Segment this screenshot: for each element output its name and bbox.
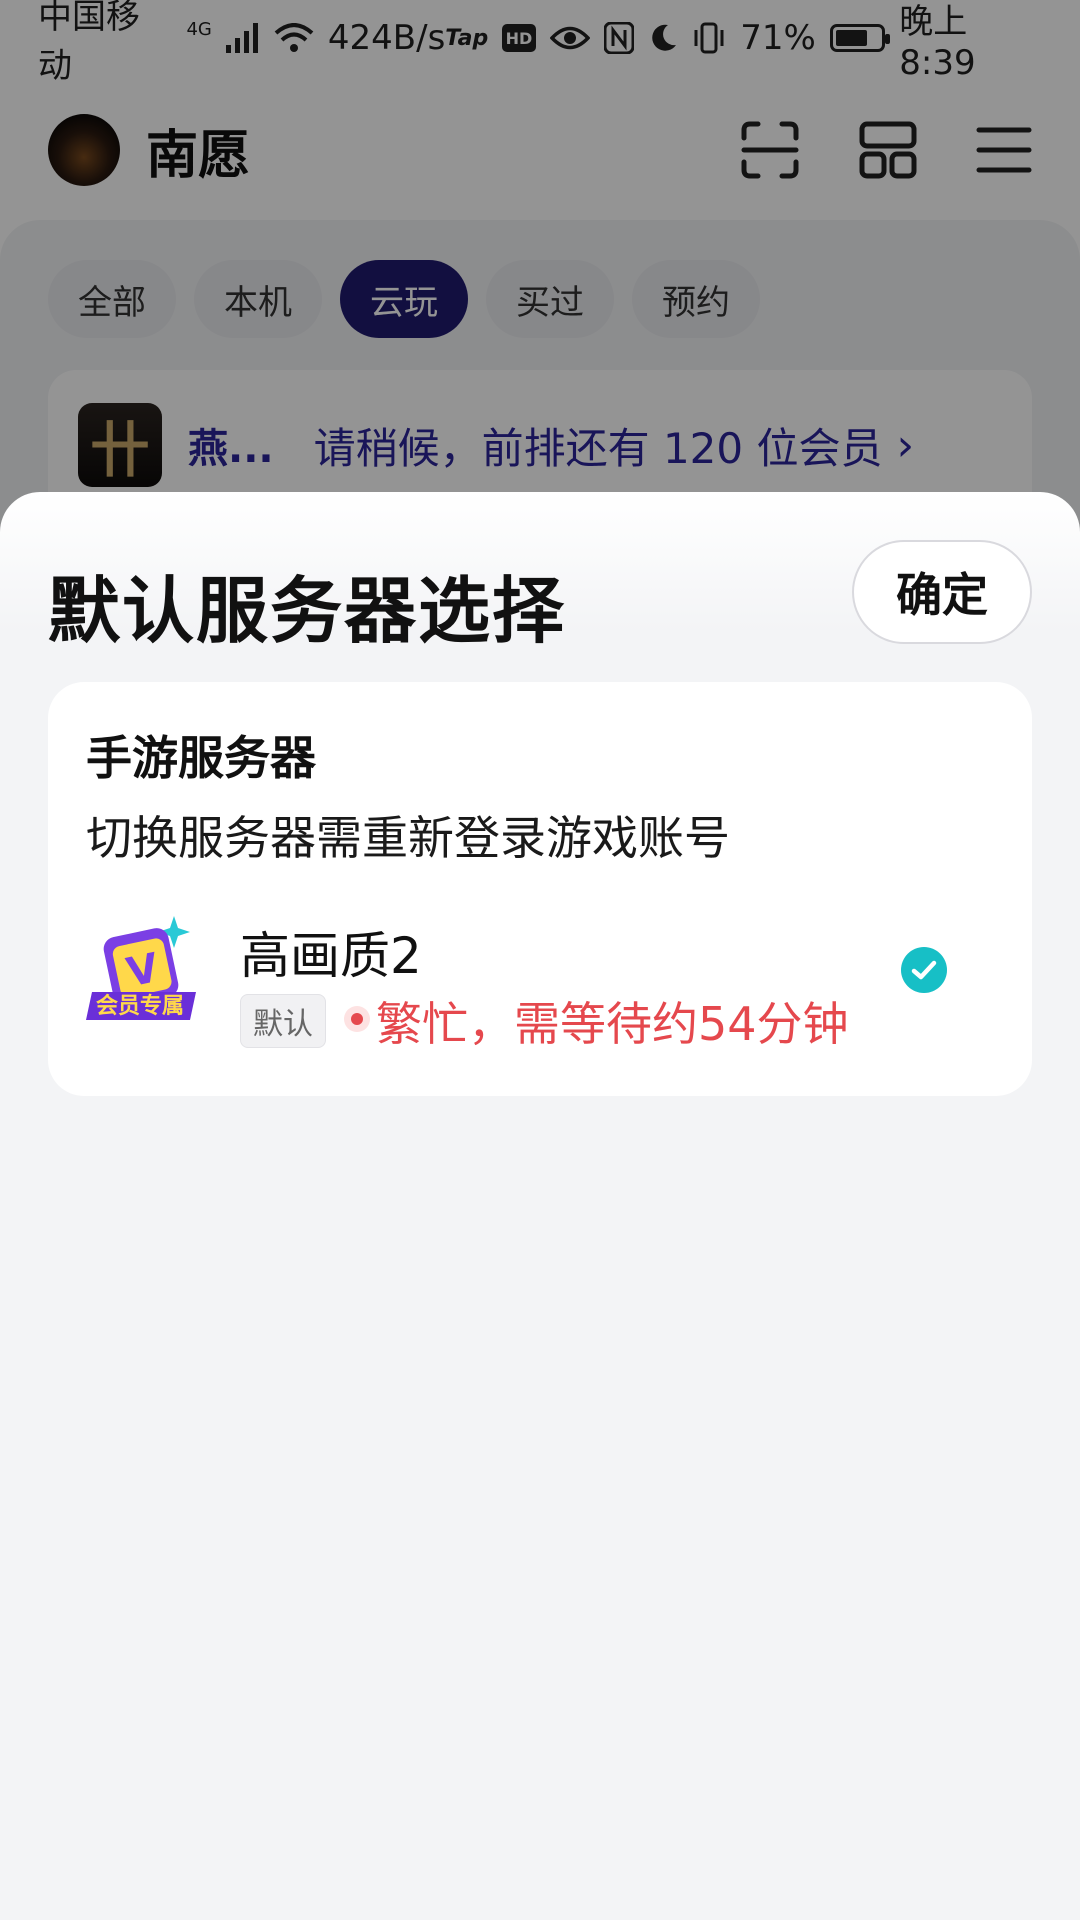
sheet-title: 默认服务器选择 [48,569,567,653]
busy-status-dot [344,1006,370,1032]
server-status: 繁忙，需等待约54分钟 [376,997,849,1051]
server-name: 高画质2 [240,927,422,985]
vip-badge-icon: V 会员专属 [86,916,196,1020]
vip-badge-text: 会员专属 [96,993,184,1019]
server-select-sheet: 默认服务器选择 确定 手游服务器 切换服务器需重新登录游戏账号 V 会员专属 高… [0,492,1080,1920]
section-description: 切换服务器需重新登录游戏账号 [86,811,730,865]
section-title: 手游服务器 [86,731,316,785]
default-tag: 默认 [240,994,326,1048]
server-option-row[interactable]: V 会员专属 高画质2 默认 繁忙，需等待约54分钟 [86,912,994,1062]
check-circle-icon[interactable] [900,946,948,994]
confirm-button[interactable]: 确定 [852,540,1032,644]
server-card: 手游服务器 切换服务器需重新登录游戏账号 V 会员专属 高画质2 默认 繁忙，需… [48,682,1032,1096]
